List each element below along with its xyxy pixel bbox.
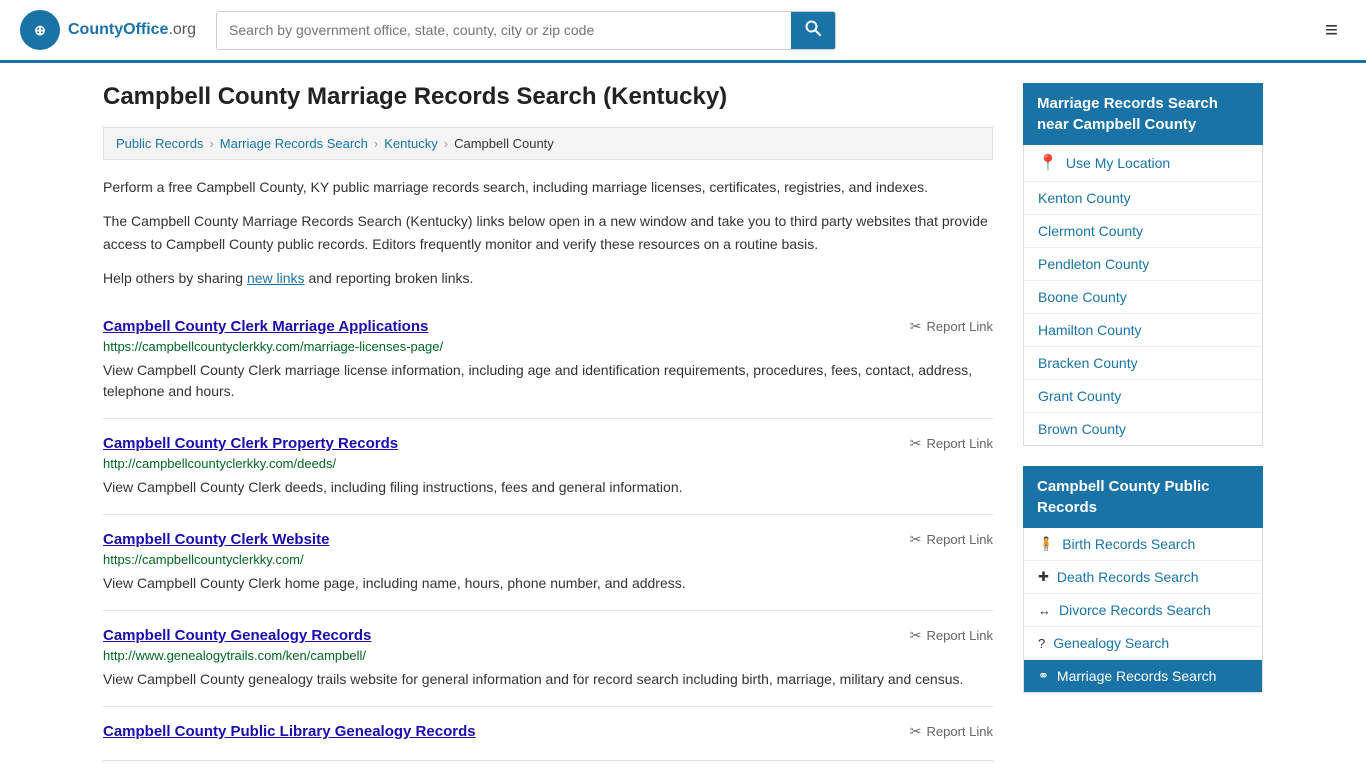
report-link-1[interactable]: ✂ Report Link xyxy=(910,318,993,335)
breadcrumb-link-kentucky[interactable]: Kentucky xyxy=(384,136,437,151)
result-header-1: Campbell County Clerk Marriage Applicati… xyxy=(103,318,993,335)
sidebar-item-birth-records[interactable]: 🧍 Birth Records Search xyxy=(1024,528,1262,561)
menu-button[interactable]: ≡ xyxy=(1317,13,1346,47)
sidebar-item-boone[interactable]: Boone County xyxy=(1024,281,1262,314)
sidebar-section2-header: Campbell County Public Records xyxy=(1023,466,1263,528)
logo-text: CountyOffice.org xyxy=(68,21,196,39)
search-input[interactable] xyxy=(217,12,791,49)
sidebar-item-genealogy[interactable]: ? Genealogy Search xyxy=(1024,627,1262,660)
result-header-3: Campbell County Clerk Website ✂ Report L… xyxy=(103,531,993,548)
description-3: Help others by sharing new links and rep… xyxy=(103,267,993,289)
report-link-2[interactable]: ✂ Report Link xyxy=(910,435,993,452)
result-desc-2: View Campbell County Clerk deeds, includ… xyxy=(103,477,993,498)
result-desc-3: View Campbell County Clerk home page, in… xyxy=(103,573,993,594)
cross-icon: ✚ xyxy=(1038,569,1049,585)
result-url-4[interactable]: http://www.genealogytrails.com/ken/campb… xyxy=(103,648,993,663)
result-item-1: Campbell County Clerk Marriage Applicati… xyxy=(103,302,993,419)
use-location-link[interactable]: Use My Location xyxy=(1066,155,1170,171)
sidebar-section-nearby: Marriage Records Search near Campbell Co… xyxy=(1023,83,1263,446)
search-bar xyxy=(216,11,836,50)
result-url-1[interactable]: https://campbellcountyclerkky.com/marria… xyxy=(103,339,993,354)
result-url-2[interactable]: http://campbellcountyclerkky.com/deeds/ xyxy=(103,456,993,471)
sidebar-item-bracken[interactable]: Bracken County xyxy=(1024,347,1262,380)
result-url-3[interactable]: https://campbellcountyclerkky.com/ xyxy=(103,552,993,567)
sidebar-item-death-records[interactable]: ✚ Death Records Search xyxy=(1024,561,1262,594)
report-icon-4: ✂ xyxy=(910,627,922,644)
rings-icon: ⚭ xyxy=(1038,668,1049,684)
description-1: Perform a free Campbell County, KY publi… xyxy=(103,176,993,198)
sidebar-section-public-records: Campbell County Public Records 🧍 Birth R… xyxy=(1023,466,1263,693)
result-item-4: Campbell County Genealogy Records ✂ Repo… xyxy=(103,611,993,707)
result-title-4[interactable]: Campbell County Genealogy Records xyxy=(103,627,371,644)
sidebar-section2-list: 🧍 Birth Records Search ✚ Death Records S… xyxy=(1023,528,1263,693)
description-2: The Campbell County Marriage Records Sea… xyxy=(103,210,993,255)
sidebar-item-pendleton[interactable]: Pendleton County xyxy=(1024,248,1262,281)
report-link-4[interactable]: ✂ Report Link xyxy=(910,627,993,644)
result-header-2: Campbell County Clerk Property Records ✂… xyxy=(103,435,993,452)
search-button[interactable] xyxy=(791,12,835,49)
header-right: ≡ xyxy=(1317,13,1346,47)
person-icon: 🧍 xyxy=(1038,536,1054,552)
report-icon-2: ✂ xyxy=(910,435,922,452)
result-header-4: Campbell County Genealogy Records ✂ Repo… xyxy=(103,627,993,644)
result-desc-4: View Campbell County genealogy trails we… xyxy=(103,669,993,690)
report-icon-5: ✂ xyxy=(910,723,922,740)
breadcrumb-current: Campbell County xyxy=(454,136,554,151)
sidebar-item-divorce-records[interactable]: ↔ Divorce Records Search xyxy=(1024,594,1262,627)
sidebar-section1-header: Marriage Records Search near Campbell Co… xyxy=(1023,83,1263,145)
sidebar-section1-list: 📍 Use My Location Kenton County Clermont… xyxy=(1023,145,1263,446)
content-area: Campbell County Marriage Records Search … xyxy=(103,83,993,761)
breadcrumb-link-public-records[interactable]: Public Records xyxy=(116,136,203,151)
page-title: Campbell County Marriage Records Search … xyxy=(103,83,993,111)
sidebar-item-clermont[interactable]: Clermont County xyxy=(1024,215,1262,248)
result-title-3[interactable]: Campbell County Clerk Website xyxy=(103,531,329,548)
logo[interactable]: ⊕ CountyOffice.org xyxy=(20,10,196,50)
sidebar: Marriage Records Search near Campbell Co… xyxy=(1023,83,1263,761)
report-link-5[interactable]: ✂ Report Link xyxy=(910,723,993,740)
question-icon: ? xyxy=(1038,636,1045,651)
breadcrumb-link-marriage-records[interactable]: Marriage Records Search xyxy=(220,136,368,151)
report-icon-3: ✂ xyxy=(910,531,922,548)
sidebar-use-location[interactable]: 📍 Use My Location xyxy=(1024,145,1262,182)
svg-text:⊕: ⊕ xyxy=(34,22,46,38)
pin-icon: 📍 xyxy=(1038,153,1058,173)
arrows-icon: ↔ xyxy=(1038,603,1051,618)
result-item-2: Campbell County Clerk Property Records ✂… xyxy=(103,419,993,515)
sidebar-item-brown[interactable]: Brown County xyxy=(1024,413,1262,445)
main-container: Campbell County Marriage Records Search … xyxy=(83,63,1283,781)
sidebar-item-hamilton[interactable]: Hamilton County xyxy=(1024,314,1262,347)
result-desc-1: View Campbell County Clerk marriage lice… xyxy=(103,360,993,402)
logo-icon: ⊕ xyxy=(20,10,60,50)
result-item-5: Campbell County Public Library Genealogy… xyxy=(103,707,993,761)
sidebar-item-kenton[interactable]: Kenton County xyxy=(1024,182,1262,215)
result-title-1[interactable]: Campbell County Clerk Marriage Applicati… xyxy=(103,318,428,335)
new-links-link[interactable]: new links xyxy=(247,270,305,286)
result-header-5: Campbell County Public Library Genealogy… xyxy=(103,723,993,740)
result-title-5[interactable]: Campbell County Public Library Genealogy… xyxy=(103,723,476,740)
breadcrumb: Public Records › Marriage Records Search… xyxy=(103,127,993,160)
result-item-3: Campbell County Clerk Website ✂ Report L… xyxy=(103,515,993,611)
report-link-3[interactable]: ✂ Report Link xyxy=(910,531,993,548)
sidebar-item-grant[interactable]: Grant County xyxy=(1024,380,1262,413)
report-icon-1: ✂ xyxy=(910,318,922,335)
sidebar-item-marriage-records[interactable]: ⚭ Marriage Records Search xyxy=(1024,660,1262,692)
header: ⊕ CountyOffice.org ≡ xyxy=(0,0,1366,63)
result-title-2[interactable]: Campbell County Clerk Property Records xyxy=(103,435,398,452)
